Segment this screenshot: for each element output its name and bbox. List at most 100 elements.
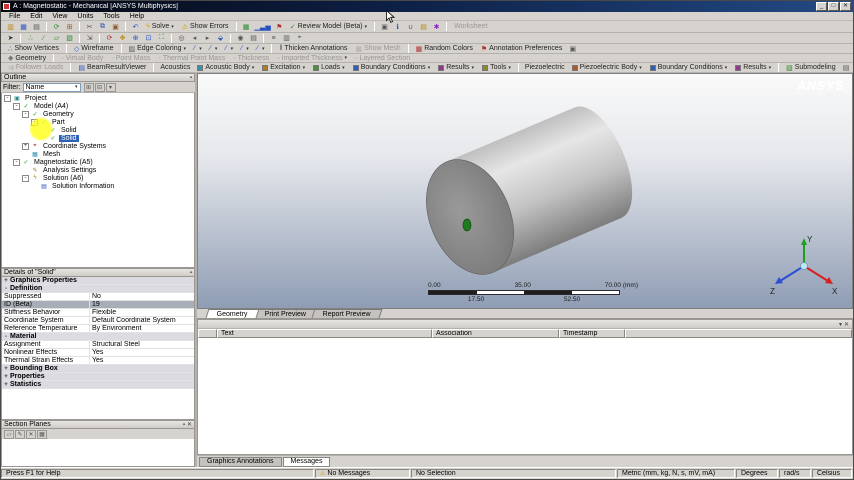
- expand-all-button[interactable]: ⊞: [83, 82, 94, 92]
- tree-item-model-a4[interactable]: - ✓ Model (A4): [2, 102, 194, 110]
- piezo-results-button[interactable]: Results ▾: [733, 63, 773, 72]
- beam-result-viewer-button[interactable]: ▤ BeamResultViewer: [76, 63, 148, 72]
- tree-item-analysis-settings[interactable]: ✎ Analysis Settings: [2, 166, 194, 174]
- magnifier-icon[interactable]: ◎: [176, 33, 187, 43]
- acoustic-acoustic-body-button[interactable]: Acoustic Body ▾: [195, 63, 256, 72]
- details-category-statistics[interactable]: + Statistics: [2, 381, 194, 389]
- pointer-icon[interactable]: ➤: [5, 33, 16, 43]
- collapse-all-button[interactable]: ⊟: [94, 82, 105, 92]
- details-property-thermal-strain-effects[interactable]: Thermal Strain Effects Yes: [2, 357, 194, 365]
- iso-view-icon[interactable]: ⬙: [215, 33, 226, 43]
- tree-item-solid[interactable]: ✓ Solid: [2, 134, 194, 142]
- tab-geometry[interactable]: Geometry: [205, 309, 260, 318]
- edge-medium-button[interactable]: ∕ ▾: [223, 44, 235, 53]
- minimize-button[interactable]: _: [816, 2, 827, 11]
- details-property-value[interactable]: Structural Steel: [90, 341, 194, 348]
- chevron-down-icon[interactable]: ▾: [839, 321, 842, 328]
- refresh-icon[interactable]: ⟳: [51, 21, 62, 32]
- acoustic-tools-button[interactable]: Tools ▾: [480, 63, 513, 72]
- imported-thickness-button[interactable]: ▫ Imported Thickness ▾: [275, 54, 349, 62]
- show-vertices-button[interactable]: ∴ Show Vertices: [6, 44, 61, 53]
- menu-edit[interactable]: Edit: [25, 13, 47, 20]
- tab-print-preview[interactable]: Print Preview: [253, 309, 318, 318]
- ruler-tool-icon[interactable]: ≡: [268, 33, 279, 43]
- file-save-icon[interactable]: ▦: [18, 21, 29, 32]
- details-property-value[interactable]: Yes: [90, 357, 194, 364]
- new-section-plane-button[interactable]: ▱: [4, 429, 14, 439]
- tree-item-solution-a6[interactable]: - ϟ Solution (A6): [2, 174, 194, 182]
- vertex-select-icon[interactable]: ∴: [25, 33, 36, 43]
- review-model-button[interactable]: ✓ Review Model (Beta) ▾: [288, 22, 369, 32]
- bottom-tab-messages[interactable]: Messages: [282, 456, 331, 467]
- maximize-button[interactable]: □: [828, 2, 839, 11]
- wizard-icon[interactable]: ✱: [431, 21, 443, 32]
- edge-select-icon[interactable]: ∕: [38, 33, 49, 43]
- details-property-value[interactable]: No: [90, 293, 194, 300]
- collapse-icon[interactable]: -: [22, 110, 29, 118]
- show-whole-elements-button[interactable]: ▦: [37, 429, 47, 439]
- face-center-vertex[interactable]: [462, 218, 472, 232]
- layered-section-button[interactable]: ▫ Layered Section: [353, 54, 412, 62]
- edge-dashed-button[interactable]: ∕ ▾: [255, 44, 267, 53]
- image-capture-icon[interactable]: ▣: [567, 44, 579, 53]
- zoom-view-icon[interactable]: ⊕: [130, 33, 141, 43]
- details-property-suppressed[interactable]: Suppressed No: [2, 293, 194, 301]
- solve-button[interactable]: ϟ Solve ▾: [144, 22, 176, 32]
- tree-item-solid[interactable]: ✓ Solid: [2, 126, 194, 134]
- acoustic-excitation-button[interactable]: Excitation ▾: [260, 63, 307, 72]
- edge-direction-button[interactable]: ∕ ▾: [192, 44, 204, 53]
- details-property-value[interactable]: Yes: [90, 349, 194, 356]
- tree-item-coordinate-systems[interactable]: + ⌖ Coordinate Systems: [2, 142, 194, 150]
- details-property-nonlinear-effects[interactable]: Nonlinear Effects Yes: [2, 349, 194, 357]
- collapse-icon[interactable]: -: [22, 174, 29, 182]
- edge-coloring-button[interactable]: ▨ Edge Coloring ▾: [127, 44, 189, 53]
- extend-selection-icon[interactable]: ⇲: [84, 33, 95, 43]
- edit-section-plane-button[interactable]: ✎: [15, 429, 25, 439]
- details-category-properties[interactable]: + Properties: [2, 373, 194, 381]
- body-select-icon[interactable]: ▧: [64, 33, 75, 43]
- details-property-coordinate-system[interactable]: Coordinate System Default Coordinate Syst…: [2, 317, 194, 325]
- legend-tool-icon[interactable]: ▥: [281, 33, 292, 43]
- model-cylinder[interactable]: [198, 74, 853, 309]
- collapse-icon[interactable]: -: [2, 334, 10, 340]
- follower-loads-button[interactable]: ⇉ Follower Loads: [6, 63, 65, 72]
- bottom-tab-graphics-annotations[interactable]: Graphics Annotations: [199, 456, 282, 467]
- edge-thin-button[interactable]: ∕ ▾: [208, 44, 220, 53]
- details-property-reference-temperature[interactable]: Reference Temperature By Environment: [2, 325, 194, 333]
- details-category-bounding-box[interactable]: + Bounding Box: [2, 365, 194, 373]
- object-generator-icon[interactable]: ⊞: [64, 21, 75, 32]
- fit-view-icon[interactable]: ⛶: [156, 33, 167, 43]
- details-category-definition[interactable]: - Definition: [2, 285, 194, 293]
- details-property-value[interactable]: By Environment: [90, 325, 194, 332]
- undo-icon[interactable]: ↶: [130, 21, 141, 32]
- rotate-view-icon[interactable]: ⟳: [104, 33, 115, 43]
- tab-report-preview[interactable]: Report Preview: [311, 309, 383, 318]
- details-property-value[interactable]: Flexible: [90, 309, 194, 316]
- menu-units[interactable]: Units: [72, 13, 98, 20]
- tree-item-magnetostatic-a5[interactable]: - ✓ Magnetostatic (A5): [2, 158, 194, 166]
- virtual-body-button[interactable]: ▫ Virtual Body: [59, 54, 105, 62]
- messages-col-association[interactable]: Association: [432, 329, 559, 338]
- status-messages[interactable]: ⚠ No Messages: [315, 469, 410, 478]
- tree-item-geometry[interactable]: - ✓ Geometry: [2, 110, 194, 118]
- selection-info-icon[interactable]: ℹ: [392, 21, 404, 32]
- tags-icon[interactable]: ⚑: [273, 21, 285, 32]
- details-property-id-beta[interactable]: ID (Beta) 19: [2, 301, 194, 309]
- face-select-icon[interactable]: ▱: [51, 33, 62, 43]
- tree-item-solution-information[interactable]: ▤ Solution Information: [2, 182, 194, 190]
- thicken-annotations-button[interactable]: ‖ Thicken Annotations: [277, 44, 349, 53]
- manage-views-icon[interactable]: ▤: [840, 63, 852, 72]
- close-icon[interactable]: ✕: [187, 421, 192, 428]
- pin-icon[interactable]: ▪: [190, 270, 192, 276]
- expand-icon[interactable]: +: [22, 142, 29, 150]
- filter-dropdown[interactable]: Name ▾: [22, 82, 81, 92]
- piezo-piezoelectric-body-button[interactable]: Piezoelectric Body ▾: [570, 63, 644, 72]
- details-property-value[interactable]: 19: [90, 301, 194, 308]
- close-button[interactable]: ✕: [840, 2, 851, 11]
- wireframe-button[interactable]: ◇ Wireframe: [72, 44, 116, 53]
- messages-window-icon[interactable]: ▤: [418, 21, 430, 32]
- print-icon[interactable]: ▤: [31, 21, 42, 32]
- details-property-assignment[interactable]: Assignment Structural Steel: [2, 341, 194, 349]
- random-colors-button[interactable]: ▦ Random Colors: [414, 44, 475, 53]
- manage-views-icon[interactable]: ▤: [248, 33, 259, 43]
